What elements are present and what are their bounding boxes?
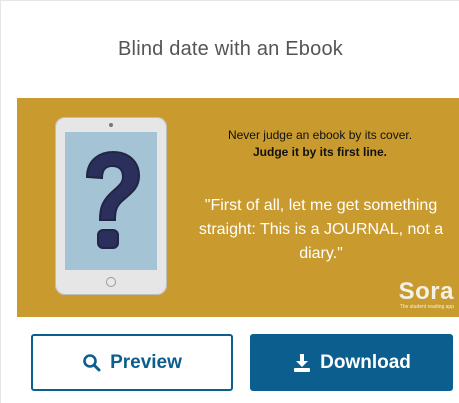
download-icon xyxy=(292,353,312,373)
search-icon xyxy=(82,353,102,373)
download-button[interactable]: Download xyxy=(250,334,453,391)
tablet-screen xyxy=(65,132,157,270)
tablet-camera xyxy=(109,123,113,127)
download-button-label: Download xyxy=(320,351,411,373)
tablet-icon xyxy=(55,117,167,295)
preview-button-label: Preview xyxy=(110,351,182,373)
banner-subtagline: Judge it by its first line. xyxy=(252,145,388,159)
sora-logo-tagline: The student reading app xyxy=(399,304,454,310)
book-card: Blind date with an Ebook Never judge an … xyxy=(0,0,459,403)
cover-banner[interactable]: Never judge an ebook by its cover. Judge… xyxy=(17,98,459,317)
first-line-quote: "First of all, let me get something stra… xyxy=(198,197,444,262)
sora-logo: Sora The student reading app xyxy=(398,278,454,311)
sora-logo-word: Sora xyxy=(398,278,454,305)
question-mark-icon xyxy=(85,150,141,249)
tablet-home-button xyxy=(106,277,116,287)
card-title: Blind date with an Ebook xyxy=(118,38,343,60)
preview-button[interactable]: Preview xyxy=(31,334,233,391)
banner-tagline: Never judge an ebook by its cover. xyxy=(227,128,413,142)
